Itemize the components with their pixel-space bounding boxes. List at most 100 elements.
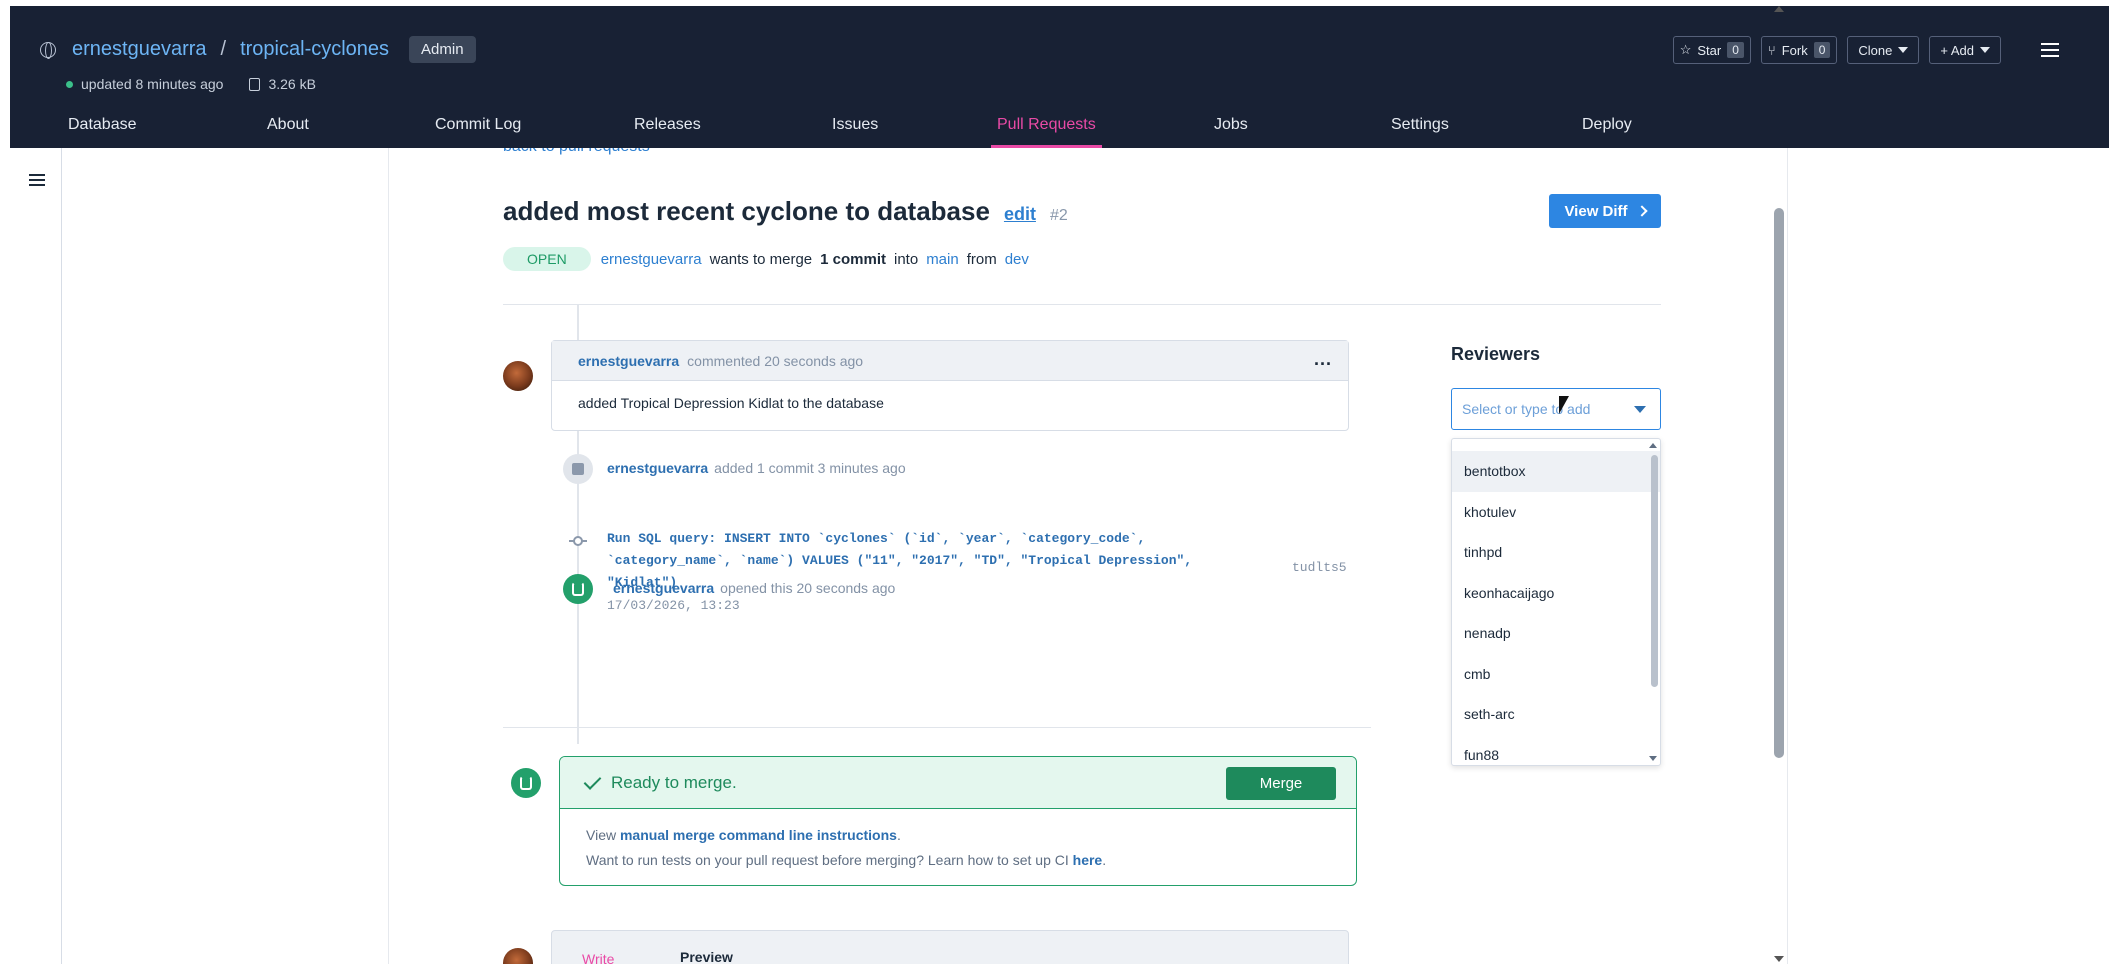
tab-deploy[interactable]: Deploy <box>1582 116 1632 148</box>
tab-pull-requests[interactable]: Pull Requests <box>991 116 1102 148</box>
check-icon <box>583 771 602 790</box>
dropdown-scrollbar[interactable] <box>1651 455 1658 687</box>
sidebar-toggle-icon[interactable] <box>29 174 45 186</box>
page-scroll-up-icon[interactable] <box>1774 6 1784 12</box>
view-text: View <box>586 827 617 843</box>
ci-text: Want to run tests on your pull request b… <box>586 852 1069 868</box>
avatar <box>503 948 533 964</box>
tab-jobs[interactable]: Jobs <box>1214 116 1248 148</box>
tab-about[interactable]: About <box>267 116 309 148</box>
page-scrollbar[interactable] <box>1774 208 1784 758</box>
tab-write[interactable]: Write <box>582 951 614 964</box>
star-count: 0 <box>1727 42 1744 58</box>
fork-icon: ⑂ <box>1767 42 1776 58</box>
pr-status-line: OPEN ernestguevarra wants to merge 1 com… <box>503 247 1029 271</box>
period-text: . <box>896 827 901 843</box>
merge-instructions: View manual merge command line instructi… <box>560 809 1356 885</box>
status-dot-icon <box>66 80 73 88</box>
commit-author-link[interactable]: ernestguevarra <box>607 460 708 476</box>
repo-tabs: Database About Commit Log Releases Issue… <box>10 110 2109 148</box>
fork-button[interactable]: ⑂ Fork 0 <box>1760 36 1838 64</box>
divider <box>503 727 1371 728</box>
scroll-down-icon[interactable] <box>1649 756 1657 761</box>
into-text: into <box>894 250 919 268</box>
add-dropdown[interactable]: + Add <box>1929 36 2001 64</box>
status-badge: OPEN <box>503 247 591 271</box>
pr-title-row: added most recent cyclone to database ed… <box>503 196 1068 227</box>
repo-meta: updated 8 minutes ago 3.26 kB <box>66 76 316 92</box>
pr-author-link[interactable]: ernestguevarra <box>601 251 702 268</box>
view-diff-button[interactable]: View Diff <box>1549 194 1661 228</box>
repo-name-link[interactable]: tropical-cyclones <box>240 38 389 61</box>
avatar <box>503 361 533 391</box>
tab-commit-log[interactable]: Commit Log <box>435 116 521 148</box>
tab-database[interactable]: Database <box>68 116 137 148</box>
commit-avatar-icon <box>563 454 593 484</box>
merge-icon <box>511 768 541 798</box>
chevron-down-icon <box>1898 47 1909 53</box>
repo-header: ernestguevarra / tropical-cyclones Admin… <box>10 6 2109 148</box>
pr-title: added most recent cyclone to database <box>503 196 990 226</box>
pull-request-page: back to pull requests added most recent … <box>388 148 1788 964</box>
scroll-up-icon[interactable] <box>1649 443 1657 448</box>
tab-issues[interactable]: Issues <box>832 116 878 148</box>
comment-header: ernestguevarra commented 20 seconds ago <box>552 341 1348 381</box>
manual-merge-instructions-link[interactable]: manual merge command line instructions <box>620 827 897 843</box>
commit-count: 1 commit <box>820 250 886 268</box>
opened-event-time: opened this 20 seconds ago <box>720 580 896 596</box>
chevron-down-icon <box>1980 47 1990 53</box>
reviewer-option[interactable]: tinhpd <box>1452 532 1660 573</box>
commit-hash-link[interactable]: tudlts5 <box>1292 560 1347 575</box>
clone-label: Clone <box>1858 42 1893 58</box>
comment-body: added Tropical Depression Kidlat to the … <box>578 395 884 411</box>
updated-text: updated 8 minutes ago <box>81 76 224 92</box>
tab-releases[interactable]: Releases <box>634 116 701 148</box>
chevron-down-icon[interactable] <box>1634 406 1646 413</box>
tab-preview[interactable]: Preview <box>680 949 733 964</box>
tab-settings[interactable]: Settings <box>1391 116 1449 148</box>
merge-button[interactable]: Merge <box>1226 767 1336 800</box>
more-options-icon[interactable]: ... <box>1314 349 1332 370</box>
ci-here-link[interactable]: here <box>1073 852 1103 868</box>
merge-status-text: Ready to merge. <box>611 772 737 792</box>
add-label: + Add <box>1940 42 1974 58</box>
page-scroll-down-icon[interactable] <box>1774 956 1784 962</box>
reviewer-option[interactable]: keonhacaijago <box>1452 573 1660 614</box>
edit-title-link[interactable]: edit <box>1004 204 1036 225</box>
divider <box>503 304 1661 305</box>
opener-author-link[interactable]: ernestguevarra <box>613 580 714 596</box>
reviewers-select[interactable]: Select or type to add <box>1451 388 1661 430</box>
reviewer-option[interactable]: seth-arc <box>1452 694 1660 735</box>
reviewer-option[interactable]: nenadp <box>1452 613 1660 654</box>
commit-date: 17/03/2026, 13:23 <box>607 598 740 613</box>
star-label: Star <box>1697 42 1722 58</box>
commit-event-time: added 1 commit 3 minutes ago <box>714 460 906 476</box>
opened-event: ernestguevarra opened this 20 seconds ag… <box>613 580 895 596</box>
back-to-pull-requests-link[interactable]: back to pull requests <box>503 148 650 156</box>
reviewer-option[interactable]: cmb <box>1452 654 1660 695</box>
view-diff-label: View Diff <box>1564 202 1628 220</box>
commit-event: ernestguevarra added 1 commit 3 minutes … <box>607 460 906 476</box>
comment-time: commented 20 seconds ago <box>687 352 864 369</box>
repo-owner-link[interactable]: ernestguevarra <box>72 38 207 61</box>
comment-author-link[interactable]: ernestguevarra <box>578 353 679 369</box>
reviewer-option[interactable]: khotulev <box>1452 492 1660 533</box>
chevron-right-icon <box>1635 205 1648 217</box>
repo-size: 3.26 kB <box>268 76 316 92</box>
role-badge: Admin <box>409 36 476 63</box>
reviewer-option[interactable]: fun88 <box>1452 735 1660 766</box>
source-branch-link[interactable]: dev <box>1005 251 1029 268</box>
reviewers-heading: Reviewers <box>1451 344 1541 364</box>
ci-end-text: . <box>1102 852 1107 868</box>
fork-label: Fork <box>1781 42 1808 58</box>
star-button[interactable]: ☆ Star 0 <box>1672 36 1751 64</box>
mouse-cursor-icon <box>1559 396 1569 414</box>
wants-to-merge-text: wants to merge <box>709 250 813 268</box>
clone-dropdown[interactable]: Clone <box>1847 36 1920 64</box>
pull-request-icon <box>563 574 593 604</box>
target-branch-link[interactable]: main <box>926 251 959 268</box>
menu-icon[interactable] <box>2041 43 2059 57</box>
comment-card: ernestguevarra commented 20 seconds ago … <box>551 340 1349 431</box>
from-text: from <box>966 250 997 268</box>
reviewer-option[interactable]: bentotbox <box>1452 451 1660 492</box>
